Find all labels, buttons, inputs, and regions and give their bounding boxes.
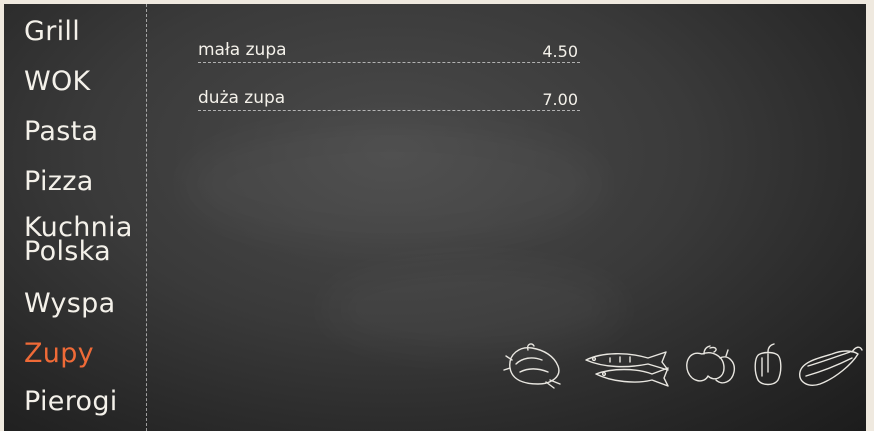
chalk-smudge bbox=[184, 124, 604, 244]
chicken-icon bbox=[503, 343, 561, 389]
menu-item-price: 7.00 bbox=[542, 90, 578, 109]
sidebar-item-pierogi[interactable]: Pierogi bbox=[24, 388, 118, 415]
sidebar-item-pizza[interactable]: Pizza bbox=[24, 168, 94, 195]
sidebar-item-label: Polska bbox=[24, 236, 111, 267]
chalkboard: Grill WOK Pasta Pizza Kuchnia Polska Wys… bbox=[4, 4, 866, 431]
eggplant-icon bbox=[799, 346, 863, 386]
sidebar-item-grill[interactable]: Grill bbox=[24, 18, 80, 45]
menu-item-name: mała zupa bbox=[198, 40, 287, 60]
pepper-icon bbox=[754, 343, 782, 386]
sidebar-item-wyspa[interactable]: Wyspa bbox=[24, 290, 115, 317]
sidebar-item-zupy[interactable]: Zupy bbox=[24, 340, 94, 367]
menu-item-price: 4.50 bbox=[542, 42, 578, 61]
fish-icon bbox=[585, 351, 669, 387]
chalk-drawings bbox=[498, 336, 864, 394]
category-sidebar: Grill WOK Pasta Pizza Kuchnia Polska Wys… bbox=[4, 4, 147, 431]
apples-icon bbox=[686, 345, 735, 384]
menu-item-name: duża zupa bbox=[198, 88, 286, 108]
sidebar-item-pasta[interactable]: Pasta bbox=[24, 118, 98, 145]
sidebar-item-wok[interactable]: WOK bbox=[24, 68, 91, 95]
sidebar-item-kuchnia-polska[interactable]: Kuchnia Polska bbox=[24, 214, 133, 267]
menu-item: duża zupa 7.00 bbox=[198, 88, 580, 111]
menu-item: mała zupa 4.50 bbox=[198, 40, 580, 63]
